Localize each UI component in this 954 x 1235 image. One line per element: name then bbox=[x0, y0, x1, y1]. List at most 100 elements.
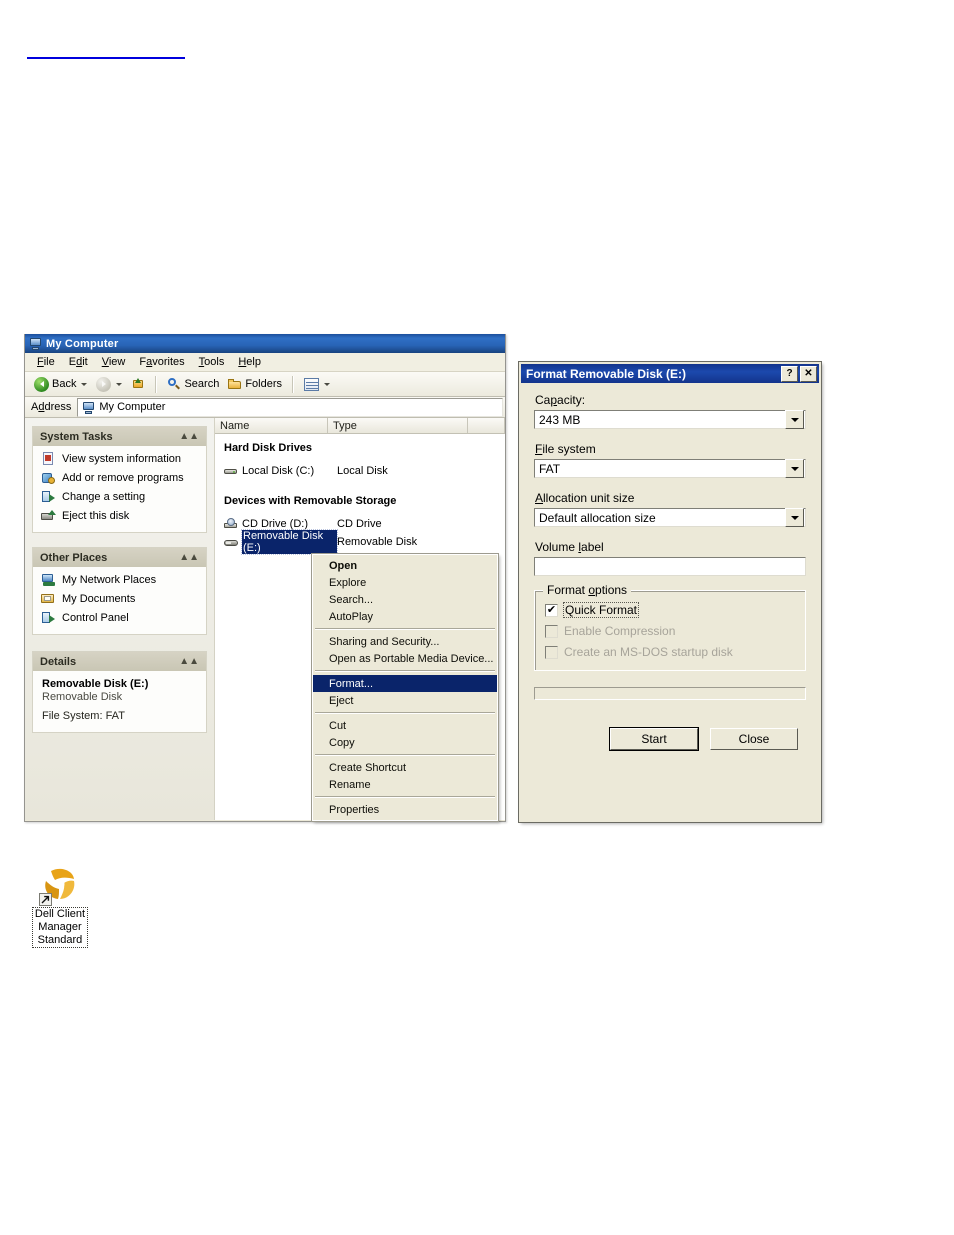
search-button[interactable]: Search bbox=[164, 376, 222, 392]
context-menu: Open Explore Search... AutoPlay Sharing … bbox=[311, 553, 499, 822]
file-system-value: FAT bbox=[539, 461, 561, 476]
task-label: View system information bbox=[62, 453, 182, 465]
quick-format-checkbox[interactable]: ✔ bbox=[545, 603, 558, 617]
context-menu-item-eject[interactable]: Eject bbox=[313, 692, 497, 709]
menu-item-tools[interactable]: Tools bbox=[199, 356, 225, 368]
file-name-cell[interactable]: Removable Disk (E:) bbox=[224, 529, 338, 555]
context-menu-item-open[interactable]: Open bbox=[313, 557, 497, 574]
chevron-down-icon[interactable] bbox=[785, 508, 804, 527]
panel-details-header[interactable]: Details ▲▲ bbox=[33, 652, 206, 671]
capacity-select[interactable]: 243 MB bbox=[534, 410, 806, 429]
chevron-down-icon[interactable] bbox=[785, 459, 804, 478]
context-menu-item-create-shortcut[interactable]: Create Shortcut bbox=[313, 759, 497, 776]
folders-button[interactable]: Folders bbox=[225, 377, 285, 391]
task-label: Change a setting bbox=[62, 491, 146, 503]
volume-label-input[interactable] bbox=[534, 557, 806, 576]
panel-other-places-title: Other Places bbox=[40, 551, 108, 564]
search-label: Search bbox=[184, 378, 220, 390]
column-header-type[interactable]: Type bbox=[328, 418, 468, 433]
task-eject-this-disk[interactable]: Eject this disk bbox=[41, 509, 198, 523]
views-dropdown-icon[interactable] bbox=[324, 382, 331, 386]
place-my-network-places[interactable]: My Network Places bbox=[41, 573, 198, 587]
row-type: Removable Disk bbox=[337, 536, 418, 548]
context-menu-item-open-as-portable-media-device[interactable]: Open as Portable Media Device... bbox=[313, 650, 497, 667]
my-computer-icon bbox=[29, 337, 42, 350]
toolbar: Back Search Folders bbox=[25, 372, 505, 397]
removable-disk-icon bbox=[224, 536, 239, 549]
context-menu-separator bbox=[315, 628, 495, 630]
file-name-cell[interactable]: Local Disk (C:) bbox=[224, 465, 337, 478]
change-setting-icon bbox=[41, 490, 56, 504]
place-control-panel[interactable]: Control Panel bbox=[41, 611, 198, 625]
panel-system-tasks-header[interactable]: System Tasks ▲▲ bbox=[33, 427, 206, 446]
capacity-label: Capacity: bbox=[535, 393, 586, 407]
context-menu-separator bbox=[315, 754, 495, 756]
menu-item-help[interactable]: Help bbox=[238, 356, 261, 368]
quick-format-row[interactable]: ✔ Quick Format bbox=[545, 602, 795, 618]
column-header-empty[interactable] bbox=[468, 418, 505, 433]
close-button-label: Close bbox=[738, 732, 770, 746]
forward-dropdown-icon[interactable] bbox=[116, 382, 123, 386]
format-dialog-body: Capacity: 243 MB File system FAT Allocat… bbox=[521, 383, 819, 751]
group-header-removable-storage: Devices with Removable Storage bbox=[224, 495, 397, 507]
context-menu-item-format[interactable]: Format... bbox=[313, 675, 497, 692]
context-menu-item-search[interactable]: Search... bbox=[313, 591, 497, 608]
context-menu-item-autoplay[interactable]: AutoPlay bbox=[313, 608, 497, 625]
chevron-up-icon[interactable]: ▲▲ bbox=[179, 656, 199, 667]
address-my-computer-icon bbox=[82, 401, 95, 414]
control-panel-icon bbox=[41, 611, 56, 625]
menu-item-file[interactable]: File bbox=[37, 356, 55, 368]
place-my-documents[interactable]: My Documents bbox=[41, 592, 198, 606]
task-change-a-setting[interactable]: Change a setting bbox=[41, 490, 198, 504]
views-button[interactable] bbox=[301, 377, 333, 392]
panel-system-tasks-body: View system information Add or remove pr… bbox=[33, 446, 206, 532]
details-type: Removable Disk bbox=[42, 691, 123, 703]
close-button[interactable]: Close bbox=[710, 728, 798, 750]
chevron-down-icon[interactable] bbox=[785, 410, 804, 429]
create-msdos-startup-disk-row: Create an MS-DOS startup disk bbox=[545, 645, 795, 659]
file-name-cell[interactable]: CD Drive (D:) bbox=[224, 517, 337, 531]
top-hyperlink-rule[interactable] bbox=[27, 57, 185, 59]
context-menu-item-explore[interactable]: Explore bbox=[313, 574, 497, 591]
panel-system-tasks: System Tasks ▲▲ View system information … bbox=[32, 426, 207, 533]
task-label: Eject this disk bbox=[62, 510, 130, 522]
menu-item-view[interactable]: View bbox=[102, 356, 126, 368]
chevron-up-icon[interactable]: ▲▲ bbox=[179, 431, 199, 442]
allocation-unit-size-select[interactable]: Default allocation size bbox=[534, 508, 806, 527]
forward-button[interactable] bbox=[93, 376, 125, 393]
back-dropdown-icon[interactable] bbox=[81, 382, 88, 386]
task-view-system-information[interactable]: View system information bbox=[41, 452, 198, 466]
file-system-select[interactable]: FAT bbox=[534, 459, 806, 478]
context-menu-item-copy[interactable]: Copy bbox=[313, 734, 497, 751]
create-msdos-startup-disk-label: Create an MS-DOS startup disk bbox=[564, 645, 733, 659]
panel-other-places-header[interactable]: Other Places ▲▲ bbox=[33, 548, 206, 567]
menu-item-favorites[interactable]: Favorites bbox=[139, 356, 184, 368]
views-icon bbox=[304, 377, 320, 391]
address-label: Address bbox=[31, 401, 72, 413]
context-menu-item-rename[interactable]: Rename bbox=[313, 776, 497, 793]
menu-item-edit[interactable]: Edit bbox=[69, 356, 88, 368]
context-menu-item-sharing-and-security[interactable]: Sharing and Security... bbox=[313, 633, 497, 650]
context-menu-item-cut[interactable]: Cut bbox=[313, 717, 497, 734]
table-row[interactable]: Local Disk (C:) Local Disk bbox=[215, 463, 505, 479]
group-header-hard-disk-drives: Hard Disk Drives bbox=[224, 442, 313, 454]
format-options-group: Format options ✔ Quick Format Enable Com… bbox=[534, 583, 806, 671]
help-button[interactable]: ? bbox=[781, 365, 798, 382]
back-button[interactable]: Back bbox=[31, 376, 90, 393]
window-title: My Computer bbox=[46, 337, 119, 350]
panel-details-title: Details bbox=[40, 655, 77, 668]
close-icon[interactable]: ✕ bbox=[800, 365, 817, 382]
task-add-or-remove-programs[interactable]: Add or remove programs bbox=[41, 471, 198, 485]
chevron-up-icon[interactable]: ▲▲ bbox=[179, 552, 199, 563]
start-button[interactable]: Start bbox=[609, 727, 699, 751]
table-row-selected[interactable]: Removable Disk (E:) Removable Disk bbox=[215, 529, 505, 555]
desktop-shortcut-dell-client-manager[interactable]: Dell Client Manager Standard bbox=[24, 868, 96, 948]
context-menu-item-properties[interactable]: Properties bbox=[313, 801, 497, 818]
column-header-name[interactable]: Name bbox=[215, 418, 328, 433]
system-info-icon bbox=[41, 452, 56, 466]
up-button[interactable] bbox=[128, 376, 148, 392]
format-dialog-titlebar-buttons: ? ✕ bbox=[781, 365, 817, 382]
cd-drive-icon bbox=[224, 517, 239, 531]
task-pane: System Tasks ▲▲ View system information … bbox=[25, 418, 215, 820]
address-input[interactable]: My Computer bbox=[77, 397, 503, 417]
